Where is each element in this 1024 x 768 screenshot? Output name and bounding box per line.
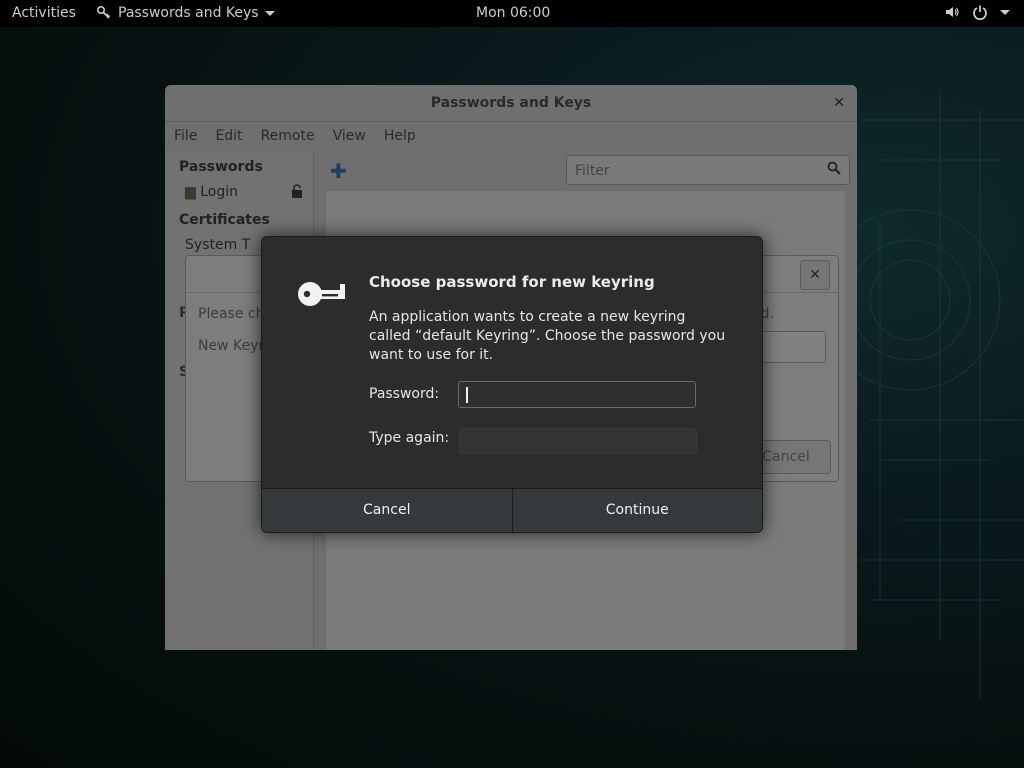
app-menu-label: Passwords and Keys <box>118 5 259 21</box>
speaker-icon <box>946 7 959 17</box>
lock-open-icon[interactable] <box>291 184 303 202</box>
folder-icon: ▆ <box>185 184 196 200</box>
search-input[interactable]: Filter <box>566 155 850 185</box>
dialog-title: Choose password for new keyring <box>369 273 655 291</box>
password-field[interactable] <box>458 381 696 408</box>
confirm-password-field[interactable] <box>459 428 697 454</box>
sidebar-header-passwords: Passwords <box>179 159 263 175</box>
sidebar-item-login[interactable]: ▆ Login <box>165 184 313 200</box>
continue-button[interactable]: Continue <box>511 489 762 532</box>
close-icon[interactable]: ✕ <box>800 260 830 290</box>
menu-bar: File Edit Remote View Help <box>165 122 857 152</box>
top-bar: Activities Passwords and Keys Mon 06:00 <box>0 0 1024 27</box>
password-label: Password: <box>369 386 440 402</box>
power-icon <box>973 5 987 20</box>
sidebar-header-certificates: Certificates <box>179 212 270 228</box>
app-menu[interactable]: Passwords and Keys <box>96 5 275 21</box>
filter-placeholder: Filter <box>575 163 610 179</box>
system-menu[interactable] <box>944 4 1010 20</box>
keys-icon <box>96 5 111 19</box>
search-icon <box>827 156 841 186</box>
menu-file[interactable]: File <box>174 122 197 151</box>
activities-button[interactable]: Activities <box>12 5 76 21</box>
key-icon <box>298 282 345 306</box>
cancel-button[interactable]: Cancel <box>262 489 512 532</box>
chevron-down-icon <box>1000 9 1010 15</box>
sidebar-item-label: Login <box>200 184 239 200</box>
menu-edit[interactable]: Edit <box>215 122 242 151</box>
chevron-down-icon <box>264 10 275 16</box>
keyring-password-dialog: Choose password for new keyring An appli… <box>261 236 763 533</box>
window-titlebar: Passwords and Keys ✕ <box>165 85 857 122</box>
clock[interactable]: Mon 06:00 <box>476 5 550 21</box>
close-icon[interactable]: ✕ <box>833 85 845 121</box>
dialog-buttons: Cancel Continue <box>262 488 762 532</box>
dialog-description: An application wants to create a new key… <box>369 309 726 363</box>
dialog-field-label: New Keyr <box>198 338 265 354</box>
menu-help[interactable]: Help <box>384 122 416 151</box>
type-again-label: Type again: <box>369 430 450 446</box>
menu-remote[interactable]: Remote <box>261 122 315 151</box>
window-title: Passwords and Keys <box>430 95 592 111</box>
text-caret <box>466 387 468 403</box>
plus-icon[interactable]: ✚ <box>330 159 347 183</box>
dialog-text: Please ch <box>198 306 265 322</box>
menu-view[interactable]: View <box>333 122 366 151</box>
